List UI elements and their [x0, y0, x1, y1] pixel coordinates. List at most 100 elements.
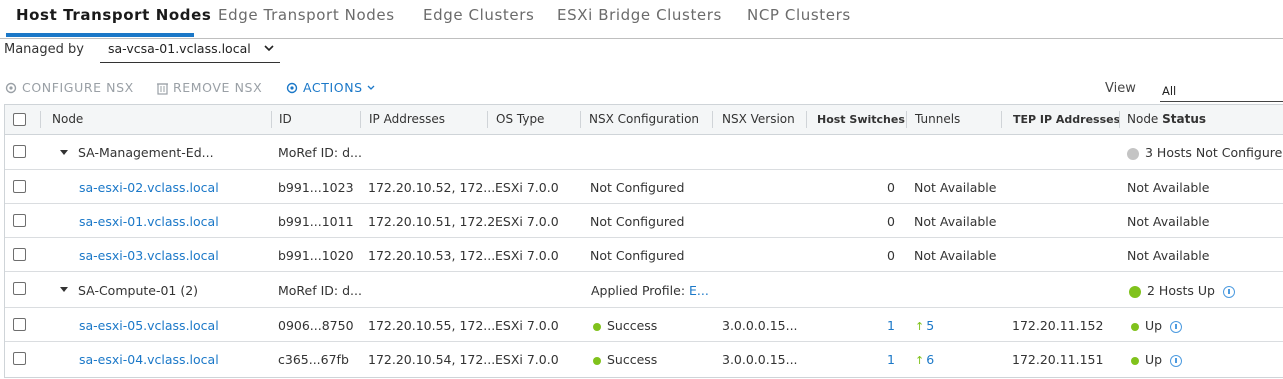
table-row[interactable]: sa-esxi-03.vclass.local b991...1020 172.… — [5, 238, 1283, 272]
column-separator — [40, 111, 41, 128]
table-row[interactable]: sa-esxi-02.vclass.local b991...1023 172.… — [5, 170, 1283, 204]
actions-label: ACTIONS — [303, 80, 363, 95]
column-separator — [906, 111, 907, 128]
managed-by-value: sa-vcsa-01.vclass.local — [108, 41, 251, 56]
group-name: SA-Compute-01 (2) — [78, 283, 199, 298]
column-header-node-status[interactable]: Node Status — [1127, 112, 1206, 126]
host-switches-link[interactable]: 1 — [887, 352, 895, 367]
arrow-up-icon: ↑ — [915, 320, 925, 333]
tab-host-transport-nodes[interactable]: Host Transport Nodes — [16, 6, 211, 24]
host-switches-link[interactable]: 1 — [887, 318, 895, 333]
gear-icon — [5, 82, 17, 93]
nsx-configuration: Not Configured — [590, 248, 685, 263]
nsx-configuration: Success — [593, 352, 657, 367]
group-name: SA-Management-Ed... — [78, 145, 214, 160]
gear-icon — [286, 82, 298, 93]
node-status: Up — [1131, 352, 1183, 367]
table-row[interactable]: sa-esxi-05.vclass.local 0906...8750 172.… — [5, 308, 1283, 342]
group-status: 2 Hosts Up — [1129, 283, 1235, 298]
tab-esxi-bridge-clusters[interactable]: ESXi Bridge Clusters — [557, 6, 722, 24]
column-separator — [580, 111, 581, 128]
applied-profile-link[interactable]: E... — [689, 283, 709, 298]
column-header-host-switches[interactable]: Host Switches — [817, 113, 905, 126]
os-type: ESXi 7.0.0 — [495, 318, 559, 333]
node-link[interactable]: sa-esxi-03.vclass.local — [79, 248, 219, 263]
nsx-configuration: Success — [593, 318, 657, 333]
group-id: MoRef ID: d... — [278, 145, 362, 160]
row-checkbox[interactable] — [13, 180, 26, 193]
chevron-down-icon — [367, 85, 375, 90]
table-row[interactable]: sa-esxi-01.vclass.local b991...1011 172.… — [5, 204, 1283, 238]
managed-by-label: Managed by — [4, 42, 84, 57]
host-switches: 0 — [887, 214, 895, 229]
column-header-tunnels[interactable]: Tunnels — [915, 112, 960, 126]
status-dot-icon — [1131, 356, 1139, 365]
row-checkbox[interactable] — [13, 248, 26, 261]
node-link[interactable]: sa-esxi-01.vclass.local — [79, 214, 219, 229]
tep-ip-addresses: 172.20.11.151 — [1012, 352, 1104, 367]
tunnels: Not Available — [914, 248, 997, 263]
node-status-text: Up — [1145, 318, 1163, 333]
column-header-id[interactable]: ID — [279, 112, 292, 126]
tab-ncp-clusters[interactable]: NCP Clusters — [747, 6, 851, 24]
tab-edge-transport-nodes[interactable]: Edge Transport Nodes — [218, 6, 395, 24]
column-separator — [360, 111, 361, 128]
group-status-text: 3 Hosts Not Configured — [1145, 145, 1283, 160]
row-checkbox[interactable] — [13, 214, 26, 227]
nsx-version: 3.0.0.0.15... — [722, 352, 798, 367]
column-separator — [712, 111, 713, 128]
column-header-os-type[interactable]: OS Type — [496, 112, 544, 126]
tunnels-link[interactable]: ↑ 5 — [915, 318, 934, 333]
row-checkbox[interactable] — [13, 352, 26, 365]
ip-addresses: 172.20.10.55, 172... — [368, 318, 496, 333]
host-switches: 0 — [887, 248, 895, 263]
remove-nsx-button[interactable]: REMOVE NSX — [156, 80, 262, 95]
status-label: Status — [1162, 112, 1207, 126]
group-row[interactable]: SA-Compute-01 (2) MoRef ID: d... Applied… — [5, 272, 1283, 308]
caret-down-icon[interactable] — [60, 150, 68, 155]
host-switches: 0 — [887, 180, 895, 195]
view-value: All — [1162, 84, 1177, 98]
column-header-tep-ip-addresses[interactable]: TEP IP Addresses — [1013, 113, 1120, 126]
column-header-ip-addresses[interactable]: IP Addresses — [369, 112, 445, 126]
tunnels-link[interactable]: ↑ 6 — [915, 352, 934, 367]
node-id: 0906...8750 — [278, 318, 354, 333]
info-icon[interactable] — [1222, 285, 1235, 298]
row-checkbox[interactable] — [13, 282, 26, 295]
table-row[interactable]: sa-esxi-04.vclass.local c365...67fb 172.… — [5, 342, 1283, 375]
node-id: b991...1011 — [278, 214, 354, 229]
column-header-nsx-configuration[interactable]: NSX Configuration — [589, 112, 699, 126]
tab-bar: Host Transport Nodes Edge Transport Node… — [0, 0, 1283, 39]
column-header-node[interactable]: Node — [52, 112, 83, 126]
tep-ip-addresses: 172.20.11.152 — [1012, 318, 1104, 333]
os-type: ESXi 7.0.0 — [495, 248, 559, 263]
tunnels-count: 5 — [926, 318, 935, 333]
row-checkbox[interactable] — [13, 318, 26, 331]
managed-by-select[interactable]: sa-vcsa-01.vclass.local — [100, 40, 280, 63]
group-status-text: 2 Hosts Up — [1147, 283, 1215, 298]
configure-nsx-label: CONFIGURE NSX — [22, 80, 134, 95]
row-checkbox[interactable] — [13, 145, 26, 158]
trash-icon — [157, 82, 168, 95]
group-row[interactable]: SA-Management-Ed... MoRef ID: d... 3 Hos… — [5, 135, 1283, 170]
nsx-configuration: Not Configured — [590, 180, 685, 195]
caret-down-icon[interactable] — [60, 287, 68, 292]
node-link[interactable]: sa-esxi-02.vclass.local — [79, 180, 219, 195]
os-type: ESXi 7.0.0 — [495, 180, 559, 195]
info-icon[interactable] — [1170, 354, 1183, 367]
ip-addresses: 172.20.10.53, 172... — [368, 248, 496, 263]
actions-button[interactable]: ACTIONS — [285, 80, 375, 95]
view-select[interactable]: All — [1160, 80, 1283, 102]
ip-addresses: 172.20.10.51, 172.2... — [368, 214, 508, 229]
select-all-checkbox[interactable] — [13, 113, 26, 126]
node-link[interactable]: sa-esxi-04.vclass.local — [79, 352, 219, 367]
column-separator — [806, 111, 807, 128]
column-separator — [1119, 111, 1120, 128]
tab-edge-clusters[interactable]: Edge Clusters — [423, 6, 534, 24]
configure-nsx-button[interactable]: CONFIGURE NSX — [4, 80, 134, 95]
node-link[interactable]: sa-esxi-05.vclass.local — [79, 318, 219, 333]
arrow-up-icon: ↑ — [915, 354, 925, 367]
group-status: 3 Hosts Not Configured — [1127, 145, 1283, 160]
info-icon[interactable] — [1170, 320, 1183, 333]
column-header-nsx-version[interactable]: NSX Version — [722, 112, 795, 126]
